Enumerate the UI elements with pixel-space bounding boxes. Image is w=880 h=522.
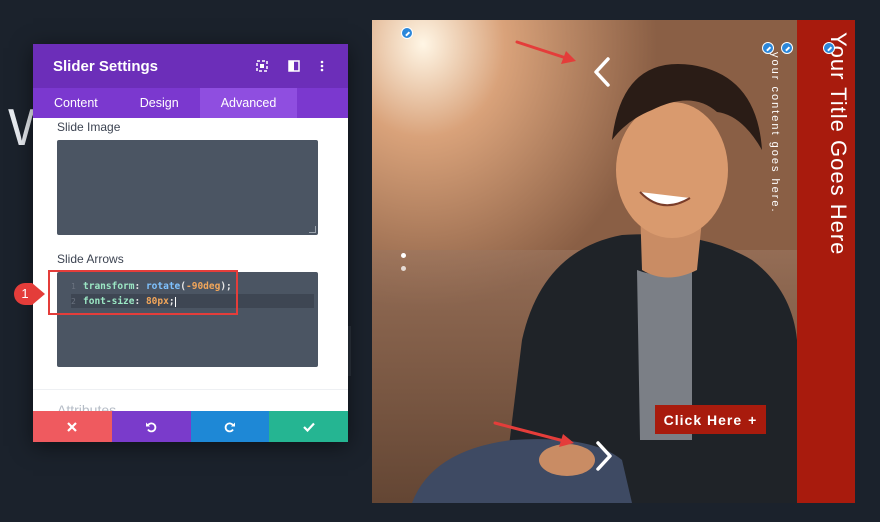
panel-header: Slider Settings	[33, 44, 348, 88]
slide-dot[interactable]	[401, 253, 406, 258]
code-highlight-box	[48, 270, 238, 315]
tab-advanced[interactable]: Advanced	[199, 88, 298, 118]
slide-title: Your Title Goes Here	[826, 32, 851, 256]
edit-handle-icon[interactable]	[823, 42, 835, 54]
button-label: Click Here	[663, 411, 743, 428]
annotation-arrow-icon	[493, 421, 574, 447]
step-callout: 1	[12, 281, 46, 307]
undo-icon	[146, 422, 157, 432]
tab-content[interactable]: Content	[33, 88, 119, 118]
check-icon	[302, 422, 315, 432]
annotation-arrow-icon	[515, 40, 576, 64]
slide-image-css-field[interactable]	[57, 140, 318, 235]
panel-body[interactable]: Slide Image Slide Arrows 1 2 transform: …	[33, 118, 348, 411]
tab-design[interactable]: Design	[119, 88, 200, 118]
slider-settings-panel: Slider Settings Content Design Advanced …	[33, 44, 348, 442]
undo-button[interactable]	[111, 411, 191, 442]
step-number: 1	[21, 286, 29, 301]
redo-icon	[224, 422, 235, 432]
slider-preview[interactable]	[372, 20, 855, 503]
panel-title: Slider Settings	[53, 57, 159, 75]
resize-handle-icon[interactable]	[309, 226, 316, 233]
more-vertical-icon[interactable]	[320, 60, 334, 72]
prev-arrow-icon[interactable]	[592, 56, 612, 88]
attributes-toggle[interactable]: Attributes	[33, 389, 348, 418]
slide-arrows-label: Slide Arrows	[57, 252, 124, 266]
columns-icon[interactable]	[288, 60, 302, 72]
expand-icon[interactable]	[256, 60, 270, 72]
edit-handle-icon[interactable]	[401, 27, 413, 39]
slide-dot[interactable]	[401, 266, 406, 271]
save-button[interactable]	[269, 411, 348, 442]
edit-handle-icon[interactable]	[781, 42, 793, 54]
cancel-button[interactable]	[33, 411, 112, 442]
plus-icon: +	[748, 411, 758, 428]
panel-footer	[33, 411, 348, 442]
close-icon	[67, 421, 78, 432]
edit-handle-icon[interactable]	[762, 42, 774, 54]
slide-content: your content goes here.	[769, 52, 781, 214]
redo-button[interactable]	[190, 411, 270, 442]
slide-image-label: Slide Image	[57, 120, 121, 134]
tab-bar: Content Design Advanced	[33, 88, 348, 118]
next-arrow-icon[interactable]	[594, 440, 614, 472]
click-here-button[interactable]: Click Here +	[655, 405, 766, 434]
